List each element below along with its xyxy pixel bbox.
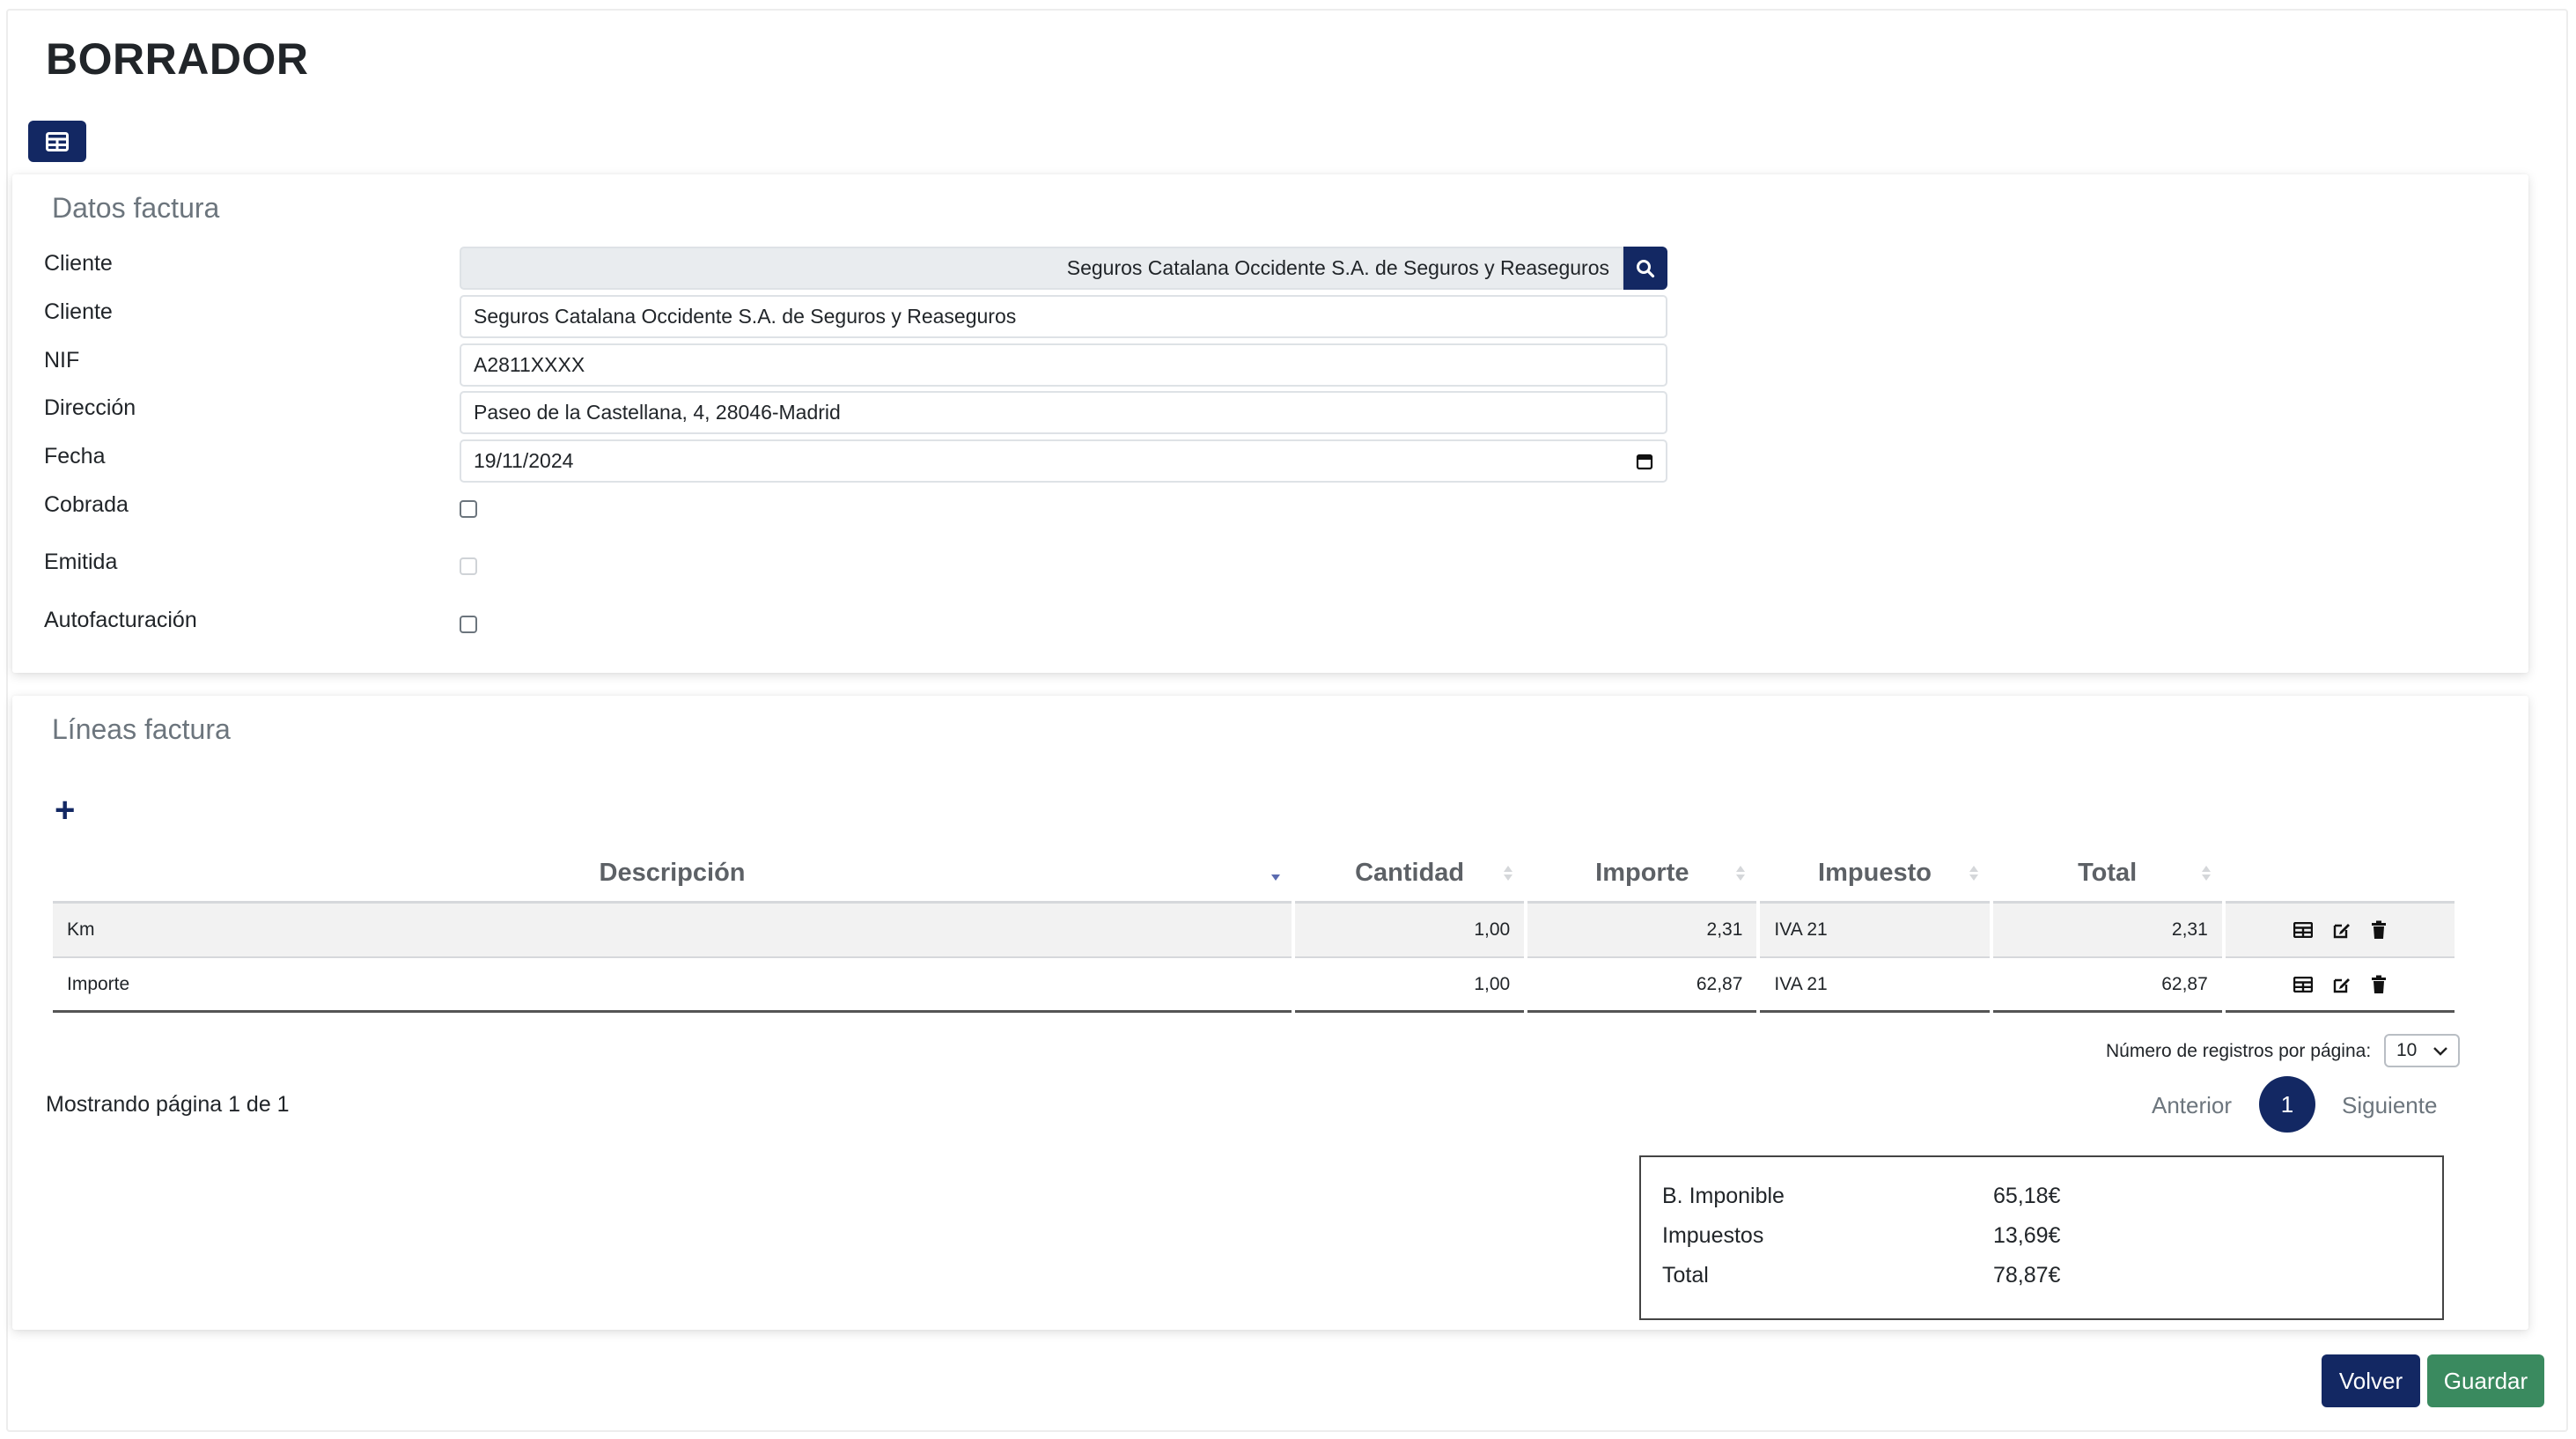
fecha-label: Fecha: [44, 444, 106, 469]
edit-icon[interactable]: [2332, 920, 2352, 940]
sort-icon: [1504, 866, 1513, 881]
cell-descripcion: Importe: [53, 958, 1292, 1013]
total-value: 78,87€: [1993, 1263, 2061, 1288]
pagination-next[interactable]: Siguiente: [2342, 1092, 2437, 1119]
cliente-search-field: Seguros Catalana Occidente S.A. de Segur…: [460, 247, 1623, 290]
base-imponible-value: 65,18€: [1993, 1184, 2061, 1208]
col-header-cantidad[interactable]: Cantidad: [1295, 845, 1525, 904]
col-header-actions: [2225, 845, 2455, 904]
cell-importe: 62,87: [1527, 958, 1757, 1013]
cell-actions: [2225, 904, 2455, 958]
calendar-icon[interactable]: [1636, 453, 1653, 470]
cell-impuesto: IVA 21: [1760, 958, 1990, 1013]
direccion-label: Dirección: [44, 395, 136, 420]
guardar-button[interactable]: Guardar: [2427, 1354, 2544, 1407]
base-imponible-label: B. Imponible: [1662, 1184, 1785, 1208]
per-page-label: Número de registros por página:: [2106, 1041, 2372, 1061]
lineas-table: Descripción Cantidad Importe Impuesto To…: [49, 845, 2458, 1013]
table-view-button[interactable]: [28, 121, 86, 162]
table-grid-icon[interactable]: [2293, 976, 2313, 993]
cell-cantidad: 1,00: [1295, 904, 1525, 958]
search-icon: [1637, 259, 1655, 277]
col-header-total[interactable]: Total: [1992, 845, 2222, 904]
sort-icon: [1969, 866, 1978, 881]
cell-actions: [2225, 958, 2455, 1013]
cell-impuesto: IVA 21: [1760, 904, 1990, 958]
cobrada-checkbox[interactable]: [460, 500, 477, 518]
col-header-impuesto[interactable]: Impuesto: [1760, 845, 1990, 904]
fecha-value: 19/11/2024: [474, 449, 574, 472]
cell-total: 62,87: [1992, 958, 2222, 1013]
direccion-field[interactable]: Paseo de la Castellana, 4, 28046-Madrid: [460, 391, 1667, 434]
col-header-descripcion[interactable]: Descripción: [53, 845, 1292, 904]
nif-field[interactable]: A2811XXXX: [460, 343, 1667, 387]
chevron-down-icon: [2433, 1047, 2447, 1056]
cell-cantidad: 1,00: [1295, 958, 1525, 1013]
pagination-page-1[interactable]: 1: [2259, 1076, 2315, 1133]
trash-icon[interactable]: [2371, 920, 2387, 940]
cobrada-label: Cobrada: [44, 492, 129, 517]
totals-box: B. Imponible 65,18€ Impuestos 13,69€ Tot…: [1639, 1155, 2444, 1320]
add-line-button[interactable]: +: [55, 793, 75, 828]
cliente-search-button[interactable]: [1623, 247, 1667, 290]
nif-label: NIF: [44, 348, 80, 373]
autofacturacion-checkbox[interactable]: [460, 616, 477, 633]
cliente-field[interactable]: Seguros Catalana Occidente S.A. de Segur…: [460, 295, 1667, 338]
trash-icon[interactable]: [2371, 975, 2387, 994]
sort-desc-icon: [1271, 874, 1281, 881]
volver-button[interactable]: Volver: [2322, 1354, 2420, 1407]
datos-factura-title: Datos factura: [52, 192, 220, 224]
impuestos-value: 13,69€: [1993, 1223, 2061, 1248]
edit-icon[interactable]: [2332, 975, 2352, 994]
col-header-importe[interactable]: Importe: [1527, 845, 1757, 904]
impuestos-label: Impuestos: [1662, 1223, 1764, 1248]
cliente-search-label: Cliente: [44, 251, 113, 276]
pagination-prev[interactable]: Anterior: [2152, 1092, 2232, 1119]
total-label: Total: [1662, 1263, 1709, 1288]
emitida-label: Emitida: [44, 550, 118, 574]
sort-icon: [1736, 866, 1746, 881]
autofacturacion-label: Autofacturación: [44, 608, 197, 632]
fecha-field[interactable]: 19/11/2024: [460, 439, 1667, 483]
table-grid-icon: [46, 131, 69, 151]
cliente-label: Cliente: [44, 299, 113, 324]
sort-icon: [2201, 866, 2211, 881]
cell-total: 2,31: [1992, 904, 2222, 958]
pagination-info: Mostrando página 1 de 1: [46, 1092, 290, 1117]
page-title: BORRADOR: [46, 34, 309, 84]
cell-importe: 2,31: [1527, 904, 1757, 958]
cell-descripcion: Km: [53, 904, 1292, 958]
lineas-factura-title: Líneas factura: [52, 713, 231, 745]
per-page-value: 10: [2396, 1040, 2418, 1060]
table-row: Km 1,00 2,31 IVA 21 2,31: [53, 904, 2455, 958]
table-grid-icon[interactable]: [2293, 922, 2313, 938]
emitida-checkbox: [460, 557, 477, 575]
table-row: Importe 1,00 62,87 IVA 21 62,87: [53, 958, 2455, 1013]
per-page-select[interactable]: 10: [2384, 1034, 2460, 1067]
